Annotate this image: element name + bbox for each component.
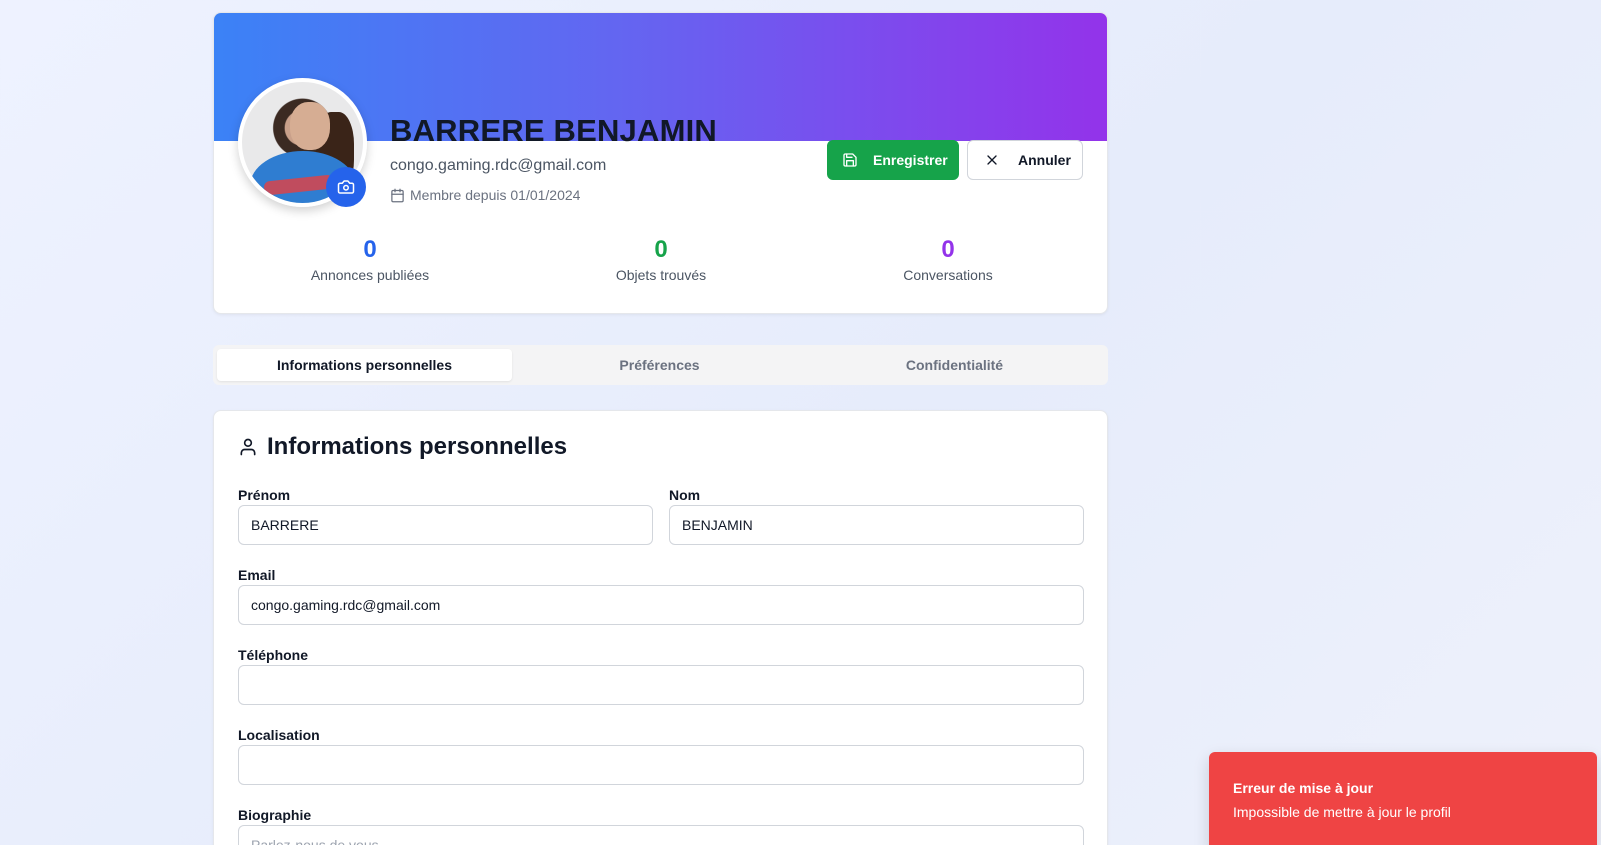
section-title: Informations personnelles	[238, 433, 567, 461]
profile-name: BARRERE BENJAMIN	[390, 113, 718, 148]
last-name-field[interactable]	[669, 505, 1084, 545]
section-title-text: Informations personnelles	[267, 433, 568, 460]
member-since-text: Membre depuis 01/01/2024	[410, 187, 581, 203]
location-label: Localisation	[238, 727, 320, 743]
toast-title: Erreur de mise à jour	[1233, 780, 1374, 796]
profile-stats: 0 Annonces publiées 0 Objets trouvés 0 C…	[214, 237, 1107, 297]
first-name-field[interactable]	[238, 505, 653, 545]
cancel-button[interactable]: Annuler	[967, 140, 1083, 180]
toast-description: Impossible de mettre à jour le profil	[1233, 804, 1451, 820]
save-icon	[843, 153, 857, 167]
tab-preferences[interactable]: Préférences	[512, 349, 807, 381]
close-icon	[987, 155, 997, 165]
stat-conversations: 0 Conversations	[848, 236, 1048, 284]
bio-label: Biographie	[238, 807, 312, 823]
profile-page: BARRERE BENJAMIN congo.gaming.rdc@gmail.…	[213, 12, 1108, 845]
tab-informations[interactable]: Informations personnelles	[217, 349, 512, 381]
save-button[interactable]: Enregistrer	[827, 140, 959, 180]
phone-label: Téléphone	[238, 647, 309, 663]
tab-confidentialite[interactable]: Confidentialité	[807, 349, 1102, 381]
email-label: Email	[238, 567, 276, 583]
last-name-label: Nom	[669, 487, 701, 503]
first-name-label: Prénom	[238, 487, 291, 503]
member-since: Membre depuis 01/01/2024	[390, 187, 580, 203]
profile-tabs: Informations personnelles Préférences Co…	[213, 345, 1108, 385]
calendar-icon	[391, 188, 404, 202]
stat-objets: 0 Objets trouvés	[561, 236, 761, 284]
camera-icon	[337, 180, 355, 194]
profile-email: congo.gaming.rdc@gmail.com	[390, 157, 607, 174]
phone-field[interactable]	[238, 665, 1084, 705]
stat-annonces: 0 Annonces publiées	[270, 236, 470, 284]
stat-label: Conversations	[903, 267, 993, 283]
email-field[interactable]	[238, 585, 1084, 625]
location-field[interactable]	[238, 745, 1084, 785]
stat-label: Annonces publiées	[310, 267, 430, 283]
stat-value: 0	[363, 236, 377, 263]
stat-value: 0	[654, 236, 668, 263]
change-avatar-button[interactable]	[326, 167, 366, 207]
user-icon	[240, 438, 256, 456]
stat-value: 0	[941, 236, 955, 263]
profile-card: BARRERE BENJAMIN congo.gaming.rdc@gmail.…	[213, 12, 1108, 314]
error-toast[interactable]: Erreur de mise à jour Impossible de mett…	[1209, 752, 1597, 845]
bio-field[interactable]	[238, 825, 1084, 845]
personal-info-card: Informations personnelles Prénom Nom Ema…	[213, 410, 1108, 845]
cancel-button-label: Annuler	[1018, 152, 1071, 168]
save-button-label: Enregistrer	[873, 152, 948, 168]
stat-label: Objets trouvés	[615, 267, 707, 283]
